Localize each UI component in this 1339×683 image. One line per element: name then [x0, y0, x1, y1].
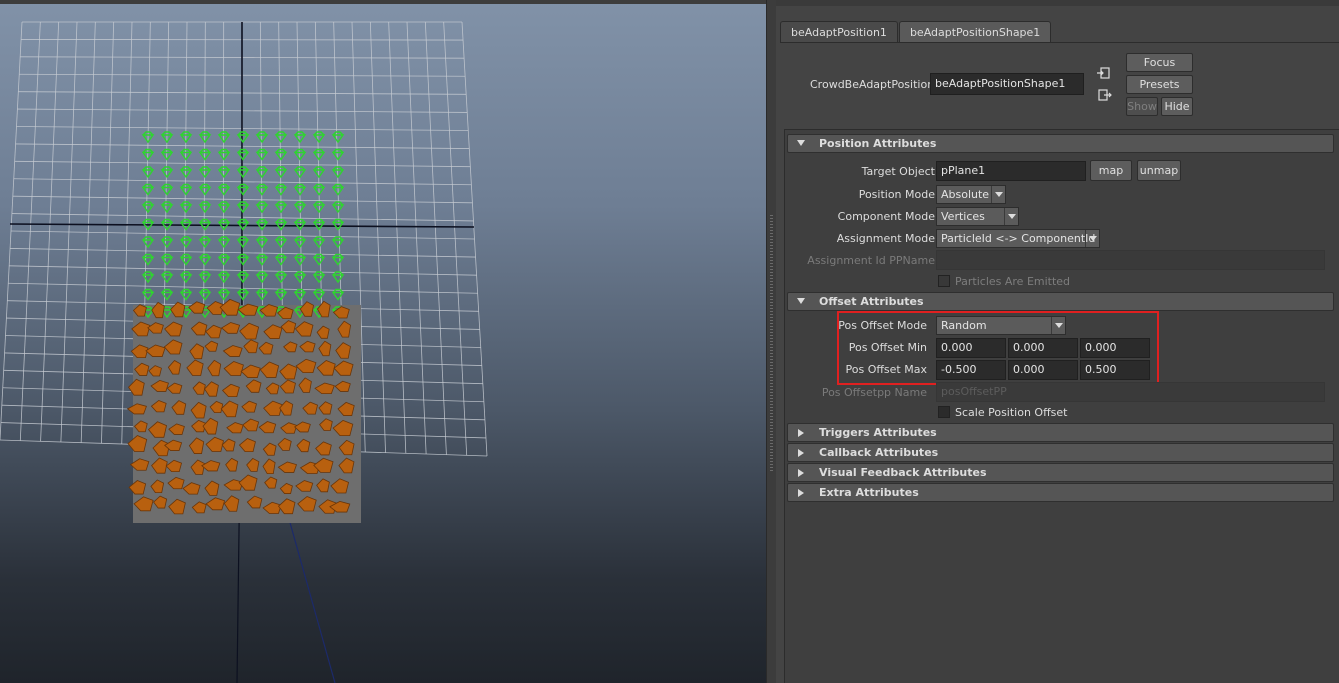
pos-offsetpp-field: posOffsetPP — [936, 382, 1325, 402]
chevron-down-icon — [1004, 208, 1018, 225]
component-mode-label: Component Mode — [837, 210, 935, 223]
scale-position-offset-checkbox[interactable] — [938, 406, 950, 418]
node-name-label: CrowdBeAdaptPosition: — [810, 78, 938, 91]
section-title: Callback Attributes — [819, 446, 939, 459]
section-position-attributes[interactable]: Position Attributes — [787, 134, 1334, 153]
collapse-arrow-icon — [797, 140, 805, 146]
assignment-pp-field — [936, 250, 1325, 270]
scene-canvas[interactable] — [0, 0, 766, 683]
target-object-label: Target Object — [861, 165, 935, 178]
particles-emitted-checkbox — [938, 275, 950, 287]
collapse-arrow-icon — [797, 298, 805, 304]
component-mode-value: Vertices — [941, 210, 985, 223]
position-mode-label: Position Mode — [858, 188, 935, 201]
assignment-mode-value: ParticleId <-> ComponentId — [941, 232, 1096, 245]
presets-button[interactable]: Presets — [1126, 75, 1193, 94]
section-title: Position Attributes — [819, 137, 937, 150]
3d-viewport[interactable] — [0, 0, 766, 683]
section-visual-feedback-attributes[interactable]: Visual Feedback Attributes — [787, 463, 1334, 482]
unmap-button[interactable]: unmap — [1137, 160, 1181, 181]
output-connection-icon[interactable] — [1098, 88, 1112, 102]
section-offset-attributes[interactable]: Offset Attributes — [787, 292, 1334, 311]
attribute-editor: beAdaptPosition1 beAdaptPositionShape1 C… — [776, 0, 1339, 683]
assignment-pp-label: Assignment Id PPName — [807, 254, 935, 267]
scale-position-offset-label: Scale Position Offset — [955, 406, 1068, 419]
particles-emitted-label: Particles Are Emitted — [955, 275, 1071, 288]
position-mode-dropdown[interactable]: Absolute — [936, 185, 1006, 204]
section-title: Offset Attributes — [819, 295, 924, 308]
section-title: Triggers Attributes — [819, 426, 937, 439]
expand-arrow-icon — [798, 449, 804, 457]
highlight-annotation-box — [837, 311, 1159, 385]
component-mode-dropdown[interactable]: Vertices — [936, 207, 1019, 226]
expand-arrow-icon — [798, 489, 804, 497]
section-title: Extra Attributes — [819, 486, 919, 499]
node-tabs: beAdaptPosition1 beAdaptPositionShape1 — [780, 21, 1052, 43]
focus-button[interactable]: Focus — [1126, 53, 1193, 72]
attribute-panel: Position Attributes Target Object pPlane… — [784, 129, 1339, 683]
section-extra-attributes[interactable]: Extra Attributes — [787, 483, 1334, 502]
chevron-down-icon — [991, 186, 1005, 203]
hide-button[interactable]: Hide — [1161, 97, 1193, 116]
section-callback-attributes[interactable]: Callback Attributes — [787, 443, 1334, 462]
tab-strip-divider — [780, 42, 1339, 43]
input-connection-icon[interactable] — [1096, 66, 1110, 80]
tab-beadaptposition1[interactable]: beAdaptPosition1 — [780, 21, 898, 43]
target-object-field[interactable]: pPlane1 — [936, 161, 1086, 181]
map-button[interactable]: map — [1090, 160, 1132, 181]
node-name-field[interactable]: beAdaptPositionShape1 — [930, 73, 1084, 95]
expand-arrow-icon — [798, 429, 804, 437]
splitter-grip[interactable] — [770, 215, 773, 473]
expand-arrow-icon — [798, 469, 804, 477]
show-button[interactable]: Show — [1126, 97, 1158, 116]
section-title: Visual Feedback Attributes — [819, 466, 987, 479]
editor-top-bar — [776, 0, 1339, 6]
section-triggers-attributes[interactable]: Triggers Attributes — [787, 423, 1334, 442]
panel-splitter[interactable] — [766, 0, 776, 683]
position-mode-value: Absolute — [941, 188, 990, 201]
tab-beadaptpositionshape1[interactable]: beAdaptPositionShape1 — [898, 21, 1052, 43]
assignment-mode-dropdown[interactable]: ParticleId <-> ComponentId — [936, 229, 1100, 248]
pos-offsetpp-label: Pos Offsetpp Name — [821, 386, 927, 399]
assignment-mode-label: Assignment Mode — [836, 232, 935, 245]
chevron-down-icon — [1085, 230, 1099, 247]
